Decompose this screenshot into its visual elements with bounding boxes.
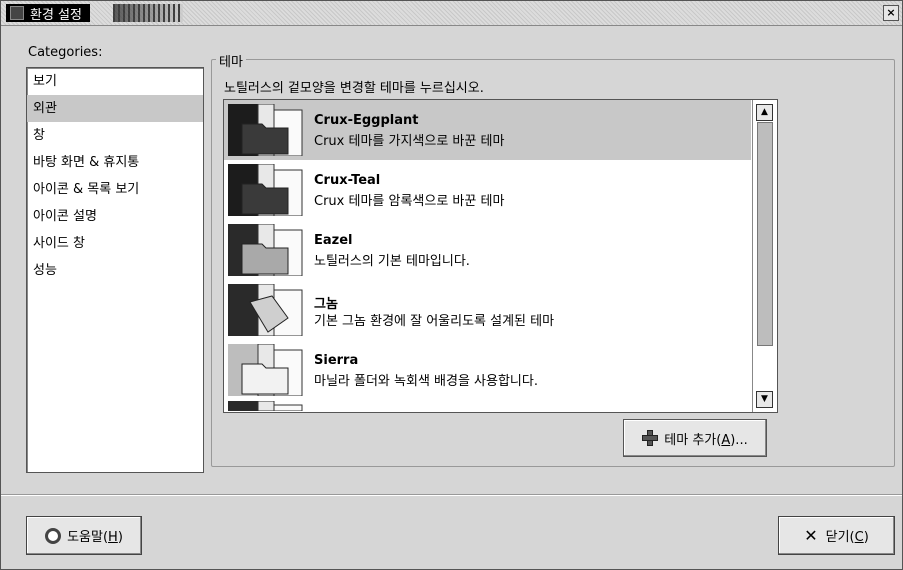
theme-thumbnail-icon [228, 103, 303, 157]
theme-description: Crux 테마를 가지색으로 바꾼 테마 [314, 134, 505, 149]
theme-row[interactable]: Sierra 마닐라 폴더와 녹회색 배경을 사용합니다. [224, 340, 751, 400]
category-item[interactable]: 사이드 창 [27, 230, 203, 257]
theme-description: 기본 그놈 환경에 잘 어울리도록 설계된 테마 [314, 314, 555, 329]
close-label: 닫기(C) [825, 530, 869, 545]
theme-description: 노틸러스의 겉모양을 변경할 테마를 누르십시오. [224, 81, 484, 96]
category-item[interactable]: 아이콘 & 목록 보기 [27, 176, 203, 203]
title-decoration [113, 4, 183, 22]
theme-name: Crux-Eggplant [314, 113, 419, 128]
add-theme-label: 테마 추가(A)... [664, 432, 748, 448]
window-title: 환경 설정 [30, 7, 82, 23]
theme-rows: Crux-Eggplant Crux 테마를 가지색으로 바꾼 테마 Crux-Te… [224, 100, 751, 412]
plus-icon [642, 430, 659, 446]
category-item[interactable]: 창 [27, 122, 203, 149]
theme-row[interactable]: Eazel 노틸러스의 기본 테마입니다. [224, 220, 751, 280]
scroll-down-button[interactable]: ▼ [756, 391, 773, 408]
theme-description: 마닐라 폴더와 녹회색 배경을 사용합니다. [314, 374, 538, 389]
theme-row[interactable]: Crux-Eggplant Crux 테마를 가지색으로 바꾼 테마 [224, 100, 751, 160]
theme-thumbnail-icon [228, 163, 303, 217]
theme-list[interactable]: Crux-Eggplant Crux 테마를 가지색으로 바꾼 테마 Crux-Te… [223, 99, 778, 413]
theme-name: Sierra [314, 353, 359, 368]
category-item[interactable]: 성능 [27, 257, 203, 284]
category-item[interactable]: 보기 [27, 68, 203, 95]
theme-thumbnail-icon [228, 343, 303, 397]
theme-row[interactable]: 그놈 기본 그놈 환경에 잘 어울리도록 설계된 테마 [224, 280, 751, 340]
theme-name: Crux-Teal [314, 173, 381, 188]
scroll-thumb[interactable] [757, 122, 773, 346]
lifebuoy-icon [45, 527, 62, 544]
add-theme-button[interactable]: 테마 추가(A)... [623, 419, 767, 457]
category-item[interactable]: 바탕 화면 & 휴지통 [27, 149, 203, 176]
theme-name: Eazel [314, 233, 353, 248]
close-button[interactable]: ✕ 닫기(C) [778, 516, 895, 555]
theme-thumbnail-icon [228, 223, 303, 277]
categories-list[interactable]: 보기 외관 창 바탕 화면 & 휴지통 아이콘 & 목록 보기 아이콘 설명 사이드 창 성능 [26, 67, 204, 473]
theme-thumbnail-icon [228, 283, 303, 337]
help-button[interactable]: 도움말(H) [26, 516, 142, 555]
theme-frame-label: 테마 [216, 51, 246, 70]
category-item[interactable]: 외관 [27, 95, 203, 122]
theme-row[interactable]: Crux-Teal Crux 테마를 암록색으로 바꾼 테마 [224, 160, 751, 220]
title-block: 환경 설정 [6, 4, 90, 23]
title-bar[interactable]: 환경 설정 × [1, 1, 902, 26]
preferences-window: 환경 설정 × Categories: 보기 외관 창 바탕 화면 & 휴지통 아이콘 … [0, 0, 903, 570]
window-menu-icon[interactable] [10, 6, 24, 20]
window-close-button[interactable]: × [883, 5, 899, 21]
help-label: 도움말(H) [67, 530, 123, 545]
theme-description: Crux 테마를 암록색으로 바꾼 테마 [314, 194, 505, 209]
category-item[interactable]: 아이콘 설명 [27, 203, 203, 230]
separator [1, 494, 902, 496]
categories-label: Categories: [28, 45, 103, 60]
theme-scrollbar[interactable]: ▲ ▼ [752, 100, 777, 412]
theme-description: 노틸러스의 기본 테마입니다. [314, 254, 470, 269]
close-icon: ✕ [804, 526, 818, 545]
scroll-up-button[interactable]: ▲ [756, 104, 773, 121]
theme-row-partial [224, 400, 751, 412]
